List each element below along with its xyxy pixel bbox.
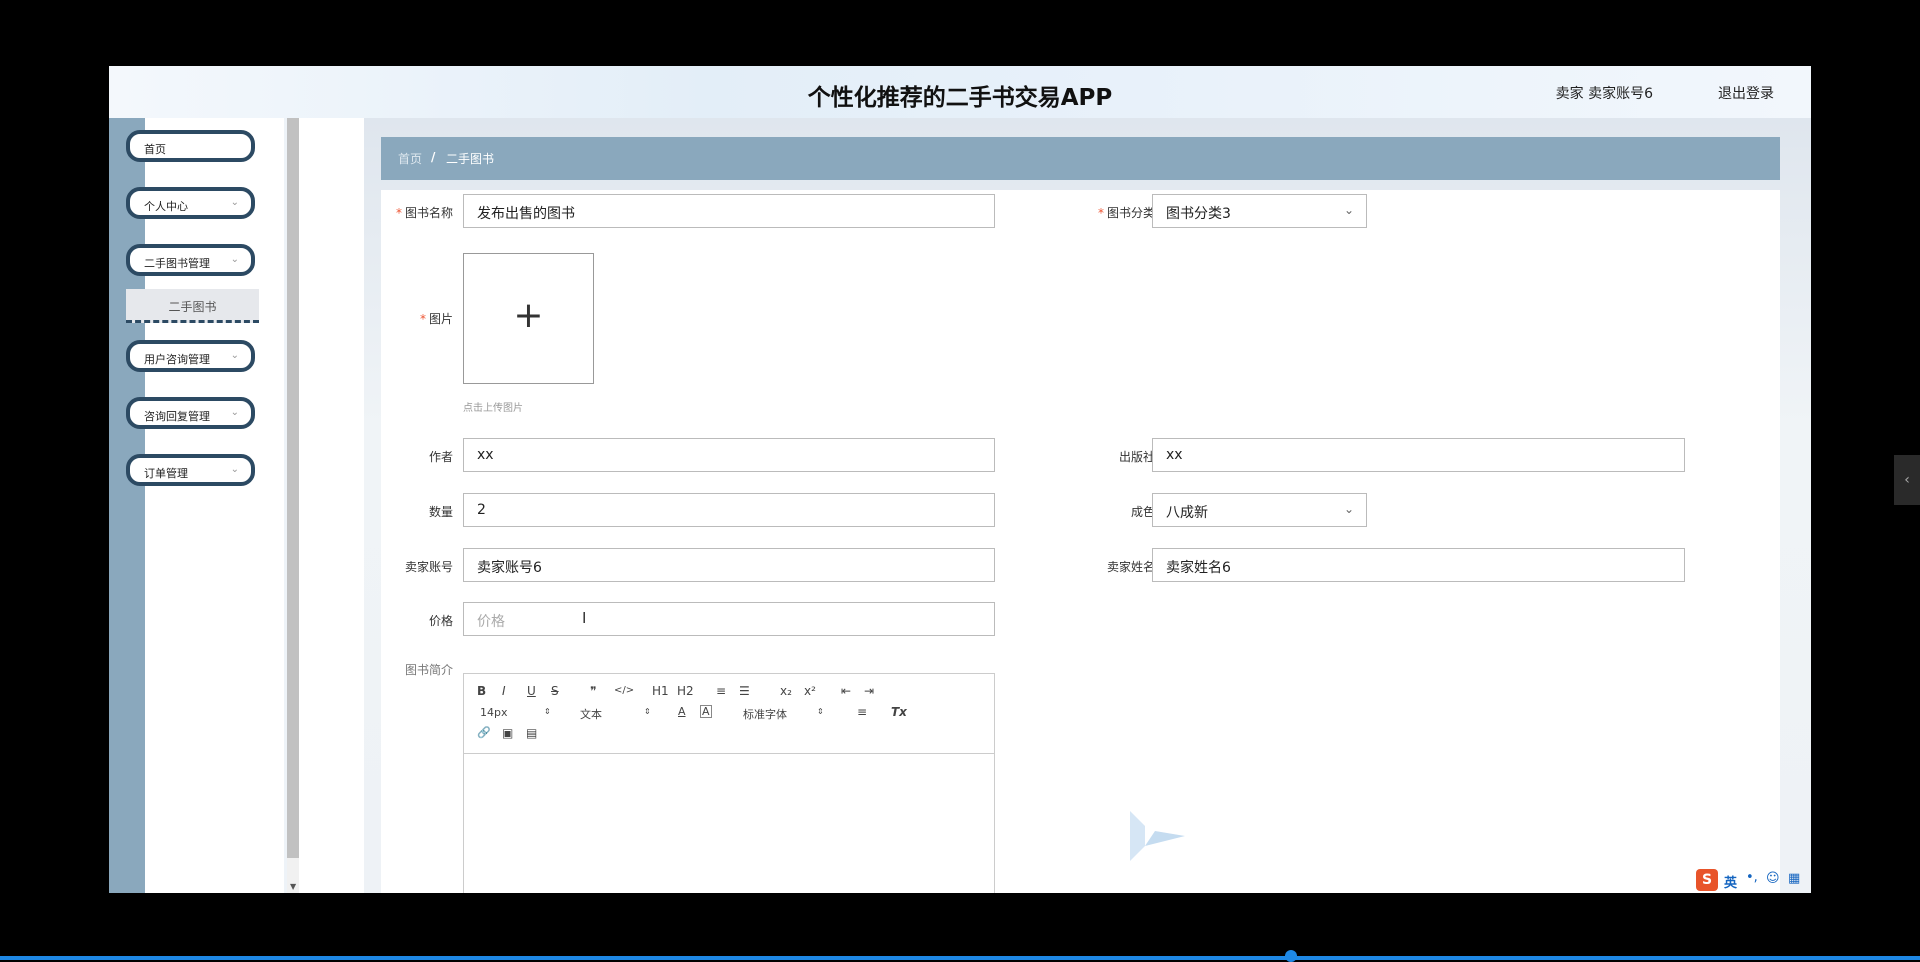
book-name-label: * 图书名称: [395, 206, 453, 220]
breadcrumb-separator: /: [431, 150, 436, 164]
upload-hint: 点击上传图片: [463, 403, 523, 414]
ime-toolbar[interactable]: S 英 •, ☺ ▦: [1696, 869, 1811, 893]
heading2-icon[interactable]: H2: [677, 684, 694, 698]
user-info: 卖家 卖家账号6: [1555, 86, 1653, 102]
publisher-label: 出版社: [1118, 450, 1155, 464]
breadcrumb: 首页 / 二手图书: [381, 137, 1780, 180]
sidebar-item-label: 用户咨询管理: [144, 353, 210, 366]
link-icon[interactable]: 🔗: [477, 726, 491, 739]
chevron-down-icon: ⌄: [230, 350, 239, 361]
bullet-list-icon[interactable]: ☰: [739, 684, 750, 698]
strikethrough-icon[interactable]: S: [551, 684, 559, 698]
gap-panel: [299, 118, 364, 893]
chevron-down-icon: ⌄: [1343, 502, 1354, 516]
sidebar-item-reply-management[interactable]: 咨询回复管理 ⌄: [126, 397, 255, 429]
watermark-logo-icon: [1130, 811, 1185, 861]
progress-handle[interactable]: [1285, 950, 1297, 962]
indent-icon[interactable]: ⇥: [864, 684, 874, 698]
sidebar-item-order-management[interactable]: 订单管理 ⌄: [126, 454, 255, 486]
chevron-down-icon: ⌄: [230, 197, 239, 208]
sidebar-item-label: 个人中心: [144, 200, 188, 213]
sogou-logo-icon: S: [1696, 869, 1718, 891]
seller-name-input[interactable]: 卖家姓名6: [1152, 548, 1685, 582]
condition-label: 成色: [1130, 505, 1155, 519]
category-label: * 图书分类: [1097, 206, 1155, 220]
sidebar-item-label: 二手图书管理: [144, 257, 210, 270]
text-cursor-icon: I: [582, 609, 587, 627]
rich-text-editor[interactable]: B I U S ❞ </> H1 H2 ≡ ☰ x₂ x² ⇤ ⇥ 14px ⇕ …: [463, 673, 995, 893]
condition-select[interactable]: 八成新 ⌄: [1152, 493, 1367, 527]
heading1-icon[interactable]: H1: [652, 684, 669, 698]
chevron-down-icon: ⌄: [230, 254, 239, 265]
logout-link[interactable]: 退出登录: [1718, 83, 1774, 103]
breadcrumb-home[interactable]: 首页: [398, 150, 422, 167]
breadcrumb-current: 二手图书: [446, 152, 495, 166]
header: 个性化推荐的二手书交易APP 卖家 卖家账号6 退出登录: [109, 66, 1811, 118]
blockquote-icon[interactable]: ❞: [590, 684, 596, 698]
clear-format-icon[interactable]: Tx: [891, 705, 907, 719]
quantity-input[interactable]: 2: [463, 493, 995, 527]
quantity-label: 数量: [428, 505, 453, 519]
price-placeholder: 价格: [477, 614, 505, 630]
chevron-down-icon: ⌄: [230, 464, 239, 475]
intro-label: 图书简介: [404, 663, 453, 677]
subscript-icon[interactable]: x₂: [780, 684, 792, 698]
ordered-list-icon[interactable]: ≡: [716, 684, 726, 698]
background-color-icon[interactable]: A: [700, 705, 712, 718]
author-input[interactable]: xx: [463, 438, 995, 472]
superscript-icon[interactable]: x²: [804, 684, 816, 698]
keyboard-icon[interactable]: ▦: [1788, 871, 1800, 886]
underline-icon[interactable]: U: [527, 684, 536, 698]
ime-mode-label[interactable]: 英: [1724, 872, 1737, 891]
app-window: 个性化推荐的二手书交易APP 卖家 卖家账号6 退出登录 首页 个人中心 ⌄ 二…: [109, 66, 1811, 893]
emoji-icon[interactable]: ☺: [1766, 871, 1780, 886]
punctuation-icon[interactable]: •,: [1746, 870, 1758, 885]
progress-bar: [0, 956, 1920, 960]
image-upload-box[interactable]: +: [463, 253, 594, 384]
plus-icon: +: [513, 295, 544, 336]
collapse-panel-tab[interactable]: ‹: [1894, 455, 1920, 505]
sidebar-item-label: 首页: [144, 143, 166, 156]
bold-icon[interactable]: B: [477, 684, 486, 698]
sidebar-stripe: [109, 118, 145, 893]
font-family-select[interactable]: 标准字体 ⇕: [743, 706, 828, 722]
sidebar-subitem-label: 二手图书: [168, 300, 217, 314]
text-type-select[interactable]: 文本 ⇕: [580, 706, 655, 722]
book-name-input[interactable]: 发布出售的图书: [463, 194, 995, 228]
price-label: 价格: [428, 614, 453, 628]
chevron-down-icon: ⌄: [1343, 203, 1354, 217]
sidebar: 首页 个人中心 ⌄ 二手图书管理 ⌄ 用户咨询管理 ⌄ 咨询回复管理 ⌄ 订单管…: [109, 118, 284, 893]
main-content: 首页 / 二手图书 * 图书名称 发布出售的图书 * 图书分类 图书分类3 ⌄ * 图片…: [364, 118, 1811, 893]
sidebar-item-label: 咨询回复管理: [144, 410, 210, 423]
scrollbar-thumb[interactable]: [287, 118, 299, 858]
seller-account-label: 卖家账号: [404, 560, 453, 574]
chevron-down-icon: ⌄: [230, 407, 239, 418]
seller-account-input[interactable]: 卖家账号6: [463, 548, 995, 582]
price-input[interactable]: 价格 I: [463, 602, 995, 636]
category-select[interactable]: 图书分类3 ⌄: [1152, 194, 1367, 228]
sidebar-item-home[interactable]: 首页: [126, 130, 255, 162]
seller-name-label: 卖家姓名: [1106, 560, 1155, 574]
font-color-icon[interactable]: A: [678, 705, 686, 718]
sidebar-item-consult-management[interactable]: 用户咨询管理 ⌄: [126, 340, 255, 372]
author-label: 作者: [428, 450, 453, 464]
outdent-icon[interactable]: ⇤: [841, 684, 851, 698]
scroll-down-arrow-icon[interactable]: ▼: [290, 882, 296, 891]
image-icon[interactable]: ▣: [502, 726, 513, 740]
sidebar-item-label: 订单管理: [144, 467, 188, 480]
sidebar-subitem-used-books[interactable]: 二手图书: [126, 289, 259, 323]
sidebar-item-personal-center[interactable]: 个人中心 ⌄: [126, 187, 255, 219]
book-form: * 图书名称 发布出售的图书 * 图书分类 图书分类3 ⌄ * 图片 + 点击上传图片 …: [381, 190, 1780, 893]
font-size-select[interactable]: 14px ⇕: [480, 706, 555, 722]
align-icon[interactable]: ≡: [857, 705, 867, 719]
sidebar-item-book-management[interactable]: 二手图书管理 ⌄: [126, 244, 255, 276]
image-label: * 图片: [419, 312, 453, 326]
editor-toolbar: B I U S ❞ </> H1 H2 ≡ ☰ x₂ x² ⇤ ⇥ 14px ⇕ …: [464, 674, 994, 754]
code-block-icon[interactable]: </>: [614, 685, 634, 696]
italic-icon[interactable]: I: [502, 684, 506, 698]
video-icon[interactable]: ▤: [526, 726, 537, 740]
sidebar-scrollbar[interactable]: ▼: [287, 118, 299, 893]
publisher-input[interactable]: xx: [1152, 438, 1685, 472]
